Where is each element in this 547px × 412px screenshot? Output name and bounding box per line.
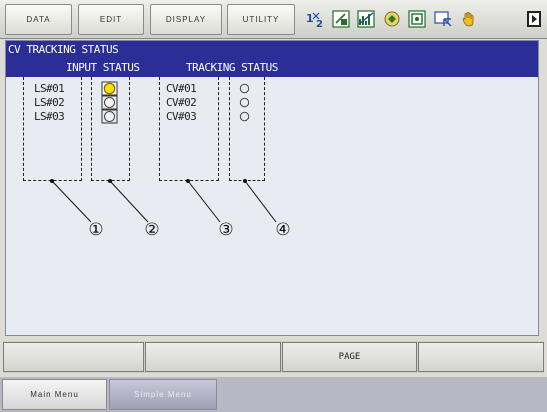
callout-2: ② [144, 220, 159, 240]
data-menu-tab[interactable]: DATA [5, 4, 72, 35]
tracking-lamp-2 [239, 97, 250, 108]
edit-menu-tab[interactable]: EDIT [78, 4, 144, 35]
simple-menu-button[interactable]: Simple Menu [109, 379, 217, 410]
leader-line [244, 180, 277, 223]
callout-4: ④ [275, 220, 290, 240]
function-key-2[interactable] [145, 342, 281, 372]
tracking-status-panel: CV TRACKING STATUS INPUT STATUS TRACKING… [5, 40, 539, 336]
svg-text:1: 1 [306, 12, 314, 25]
cursor-icon [434, 11, 452, 27]
callout-3: ③ [218, 220, 233, 240]
svg-text:2: 2 [316, 19, 323, 28]
page-marker-icon [527, 11, 541, 27]
leader-line [51, 180, 92, 223]
function-key-4[interactable] [418, 342, 544, 372]
function-key-bar: PAGE [3, 341, 544, 373]
input-lamp-1 [101, 81, 118, 96]
run-icon [384, 11, 400, 27]
bottom-menu-bar: Main Menu Simple Menu [0, 377, 547, 412]
tracking-lamp-1 [239, 83, 250, 94]
input-lamp-2 [101, 95, 118, 110]
leader-line [187, 180, 221, 223]
page-button[interactable]: PAGE [282, 342, 417, 372]
tracking-lamp-3 [239, 111, 250, 122]
leader-line [109, 180, 149, 223]
hand-icon [462, 12, 474, 27]
input-lamp-3 [101, 109, 118, 124]
main-menu-button[interactable]: Main Menu [2, 379, 107, 410]
callout-1: ① [88, 220, 103, 240]
status-diagram: ① ② ③ ④ [50, 81, 291, 240]
function-key-1[interactable] [3, 342, 144, 372]
edit-status-icon [332, 10, 350, 28]
top-menu-bar: DATA EDIT DISPLAY UTILITY 1 2 [0, 0, 547, 39]
utility-menu-tab[interactable]: UTILITY [227, 4, 295, 35]
chart-icon [357, 10, 375, 28]
display-menu-tab[interactable]: DISPLAY [150, 4, 222, 35]
one-two-icon: 1 2 [306, 12, 323, 28]
status-icon-bar: 1 2 [300, 4, 547, 35]
tool-icon [408, 10, 426, 28]
